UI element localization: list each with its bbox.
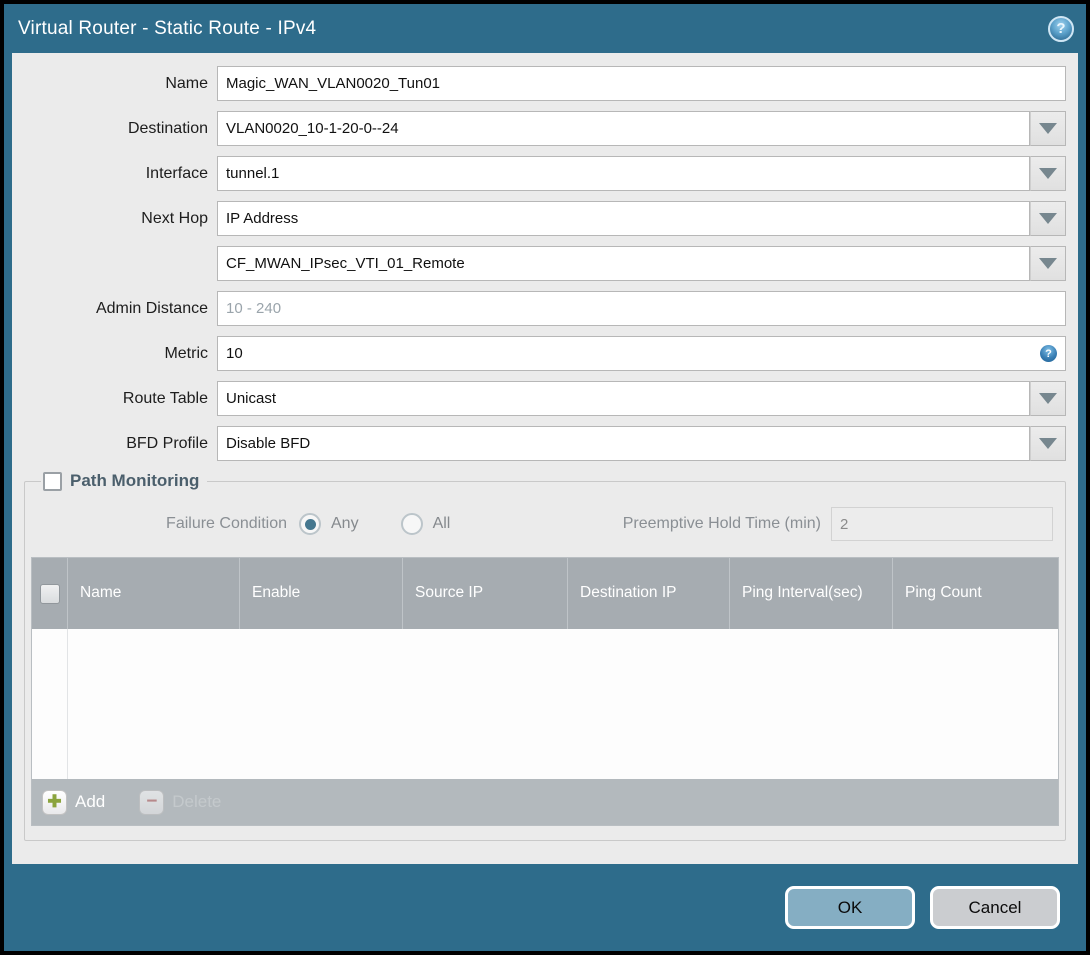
column-header-name[interactable]: Name <box>67 558 239 629</box>
table-header: Name Enable Source IP Destination IP Pin… <box>32 558 1058 629</box>
failure-condition-row: Failure Condition Any All Preemptive Hol… <box>31 507 1059 541</box>
name-label: Name <box>165 75 208 92</box>
next-hop-address-input[interactable] <box>217 246 1030 281</box>
plus-icon: ✚ <box>42 789 67 815</box>
next-hop-row: Next Hop <box>24 201 1066 236</box>
path-monitoring-checkbox[interactable] <box>43 471 62 491</box>
delete-button-label: Delete <box>172 792 222 811</box>
metric-help-icon[interactable]: ? <box>1040 345 1057 362</box>
route-table-row: Route Table <box>24 381 1066 416</box>
failure-condition-any-label: Any <box>331 515 359 532</box>
interface-row: Interface <box>24 156 1066 191</box>
interface-input[interactable] <box>217 156 1030 191</box>
next-hop-address-dropdown-button[interactable] <box>1030 246 1066 281</box>
next-hop-label: Next Hop <box>141 210 208 227</box>
dialog-title: Virtual Router - Static Route - IPv4 <box>18 17 317 39</box>
bfd-profile-dropdown-button[interactable] <box>1030 426 1066 461</box>
path-monitoring-table: Name Enable Source IP Destination IP Pin… <box>31 557 1059 826</box>
dialog-footer: OK Cancel <box>4 864 1086 951</box>
route-table-dropdown-button[interactable] <box>1030 381 1066 416</box>
table-toolbar: ✚ Add − Delete <box>32 779 1058 825</box>
help-icon[interactable]: ? <box>1048 15 1074 42</box>
path-monitoring-section: Path Monitoring Failure Condition Any Al… <box>24 471 1066 841</box>
failure-condition-all-radio[interactable]: All <box>400 513 451 535</box>
ok-button[interactable]: OK <box>785 886 915 929</box>
destination-label: Destination <box>127 120 208 137</box>
bfd-profile-input[interactable] <box>217 426 1030 461</box>
path-monitoring-title: Path Monitoring <box>70 471 200 490</box>
add-button[interactable]: ✚ Add <box>42 789 106 815</box>
chevron-down-icon <box>1039 123 1057 134</box>
interface-label: Interface <box>145 165 208 182</box>
destination-row: Destination <box>24 111 1066 146</box>
admin-distance-row: Admin Distance <box>24 291 1066 326</box>
column-header-source-ip[interactable]: Source IP <box>402 558 567 629</box>
static-route-dialog: Virtual Router - Static Route - IPv4 ? N… <box>4 4 1086 951</box>
failure-condition-any-radio[interactable]: Any <box>299 513 359 535</box>
dialog-titlebar: Virtual Router - Static Route - IPv4 ? <box>4 4 1086 53</box>
chevron-down-icon <box>1039 168 1057 179</box>
next-hop-address-label <box>24 246 217 281</box>
dialog-content: Name Destination Interface <box>12 53 1078 864</box>
chevron-down-icon <box>1039 393 1057 404</box>
chevron-down-icon <box>1039 213 1057 224</box>
chevron-down-icon <box>1039 258 1057 269</box>
next-hop-type-input[interactable] <box>217 201 1030 236</box>
path-monitoring-legend: Path Monitoring <box>41 471 207 491</box>
next-hop-dropdown-button[interactable] <box>1030 201 1066 236</box>
cancel-button[interactable]: Cancel <box>930 886 1060 929</box>
failure-condition-options: Any All <box>299 513 450 535</box>
table-body-empty <box>32 629 1058 779</box>
interface-dropdown-button[interactable] <box>1030 156 1066 191</box>
bfd-profile-row: BFD Profile <box>24 426 1066 461</box>
minus-icon: − <box>139 789 165 815</box>
column-header-enable[interactable]: Enable <box>239 558 402 629</box>
bfd-profile-label: BFD Profile <box>126 435 208 452</box>
admin-distance-input[interactable] <box>217 291 1066 326</box>
preemptive-hold-time-label: Preemptive Hold Time (min) <box>622 515 821 532</box>
column-header-destination-ip[interactable]: Destination IP <box>567 558 729 629</box>
destination-input[interactable] <box>217 111 1030 146</box>
metric-label: Metric <box>164 345 208 362</box>
destination-dropdown-button[interactable] <box>1030 111 1066 146</box>
metric-row: Metric ? <box>24 336 1066 371</box>
metric-input[interactable] <box>217 336 1066 371</box>
route-table-label: Route Table <box>122 390 208 407</box>
column-header-ping-count[interactable]: Ping Count <box>892 558 1058 629</box>
chevron-down-icon <box>1039 438 1057 449</box>
name-row: Name <box>24 66 1066 101</box>
radio-unselected-icon <box>400 513 423 535</box>
failure-condition-all-label: All <box>432 515 451 532</box>
next-hop-address-row <box>24 246 1066 281</box>
preemptive-hold-time-group: Preemptive Hold Time (min) <box>623 507 1053 541</box>
route-table-input[interactable] <box>217 381 1030 416</box>
delete-button[interactable]: − Delete <box>139 789 222 815</box>
table-select-all-cell <box>32 558 67 629</box>
select-all-checkbox[interactable] <box>39 583 60 604</box>
admin-distance-label: Admin Distance <box>95 300 208 317</box>
add-button-label: Add <box>75 792 106 811</box>
column-header-ping-interval[interactable]: Ping Interval(sec) <box>729 558 892 629</box>
name-input[interactable] <box>217 66 1066 101</box>
radio-selected-icon <box>299 513 321 535</box>
preemptive-hold-time-input[interactable] <box>831 507 1053 541</box>
failure-condition-label: Failure Condition <box>166 515 287 532</box>
